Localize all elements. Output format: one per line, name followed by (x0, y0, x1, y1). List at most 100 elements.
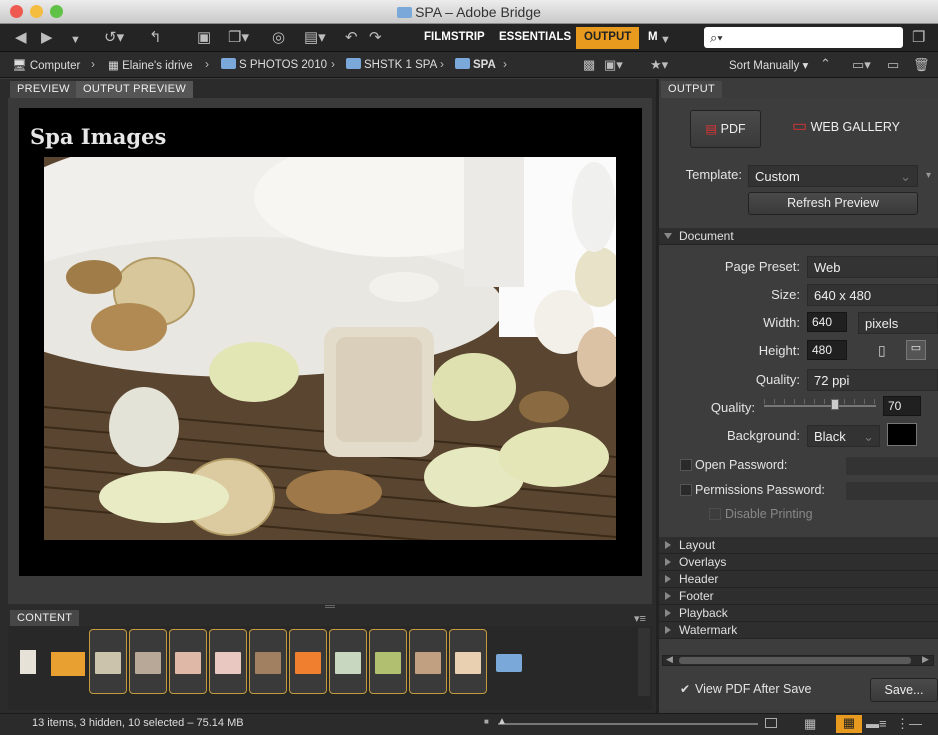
compact-mode-icon[interactable]: ❐ (912, 29, 925, 47)
background-dropdown[interactable]: Black ⌄ (807, 425, 880, 447)
background-color-swatch[interactable] (887, 423, 917, 446)
web-gallery-button[interactable]: ▭ WEB GALLERY (792, 116, 928, 142)
sort-dropdown[interactable]: Sort Manually ▾ (729, 58, 808, 72)
disable-printing-checkbox[interactable] (709, 508, 721, 520)
sort-ascending-icon[interactable]: ⌃ (820, 55, 831, 73)
search-input[interactable] (704, 27, 903, 48)
view-pdf-checkbox[interactable]: ✔ (680, 682, 690, 696)
back-icon[interactable]: ◀ (15, 29, 27, 47)
quality-input[interactable] (883, 396, 921, 416)
portrait-orientation-icon[interactable]: ▯ (878, 342, 886, 359)
workspace-output[interactable]: OUTPUT (576, 27, 640, 49)
folder-icon[interactable] (496, 654, 522, 672)
tab-output[interactable]: OUTPUT (661, 81, 723, 99)
view-thumbnails-icon[interactable]: ▦ (836, 715, 862, 733)
open-password-checkbox[interactable] (680, 459, 692, 471)
camera-icon[interactable]: ▣ (197, 29, 211, 47)
forward-icon[interactable]: ▶ (41, 29, 53, 47)
section-document[interactable]: Document (659, 228, 938, 245)
content-thumbnail[interactable] (20, 650, 36, 674)
scroll-left-icon[interactable]: ◀ (666, 654, 673, 665)
breadcrumb-shstk[interactable]: SHSTK 1 SPA (346, 58, 437, 71)
content-thumbnail-selected[interactable] (409, 629, 447, 694)
permissions-password-checkbox[interactable] (680, 484, 692, 496)
star-filter-icon[interactable]: ★▾ (650, 56, 668, 74)
content-thumbnail-selected[interactable] (289, 629, 327, 694)
workspace-dropdown-icon[interactable]: ▼ (660, 31, 671, 49)
units-dropdown[interactable]: pixels (858, 312, 938, 334)
content-scrollbar[interactable] (638, 628, 650, 696)
breadcrumb-idrive[interactable]: ▦ Elaine's idrive (108, 58, 193, 72)
open-password-input[interactable] (846, 457, 938, 475)
width-input[interactable] (807, 312, 847, 332)
template-dropdown[interactable]: Custom ⌄ (748, 165, 918, 187)
size-dropdown[interactable]: 640 x 480 (807, 284, 938, 306)
tab-output-preview[interactable]: OUTPUT PREVIEW (76, 81, 194, 99)
refine-icon[interactable]: ❐▾ (228, 29, 249, 47)
save-button[interactable]: Save... (870, 678, 938, 702)
slider-thumb[interactable]: ▲ (497, 716, 507, 727)
pdf-button[interactable]: ▤ PDF (690, 110, 761, 148)
thumbnail-image (255, 652, 281, 674)
chevron-right-icon[interactable]: › (331, 57, 335, 71)
resolution-label: Quality: (755, 372, 800, 387)
content-thumbnail-selected[interactable] (249, 629, 287, 694)
reveal-recent-icon[interactable]: ↺▾ (104, 29, 124, 47)
content-thumbnail-selected[interactable] (329, 629, 367, 694)
section-watermark[interactable]: Watermark (659, 622, 938, 639)
trash-icon[interactable]: 🗑 (913, 56, 930, 74)
quality-icon[interactable]: ▩ (583, 56, 595, 74)
return-to-photoshop-icon[interactable]: ↰ (149, 29, 162, 47)
content-thumbnail-selected[interactable] (449, 629, 487, 694)
breadcrumb-s-photos[interactable]: S PHOTOS 2010 (221, 58, 327, 71)
panel-resize-handle[interactable] (325, 605, 335, 608)
recent-dropdown-icon[interactable]: ▼ (70, 31, 81, 49)
chevron-right-icon[interactable]: › (440, 57, 444, 71)
scrollbar-thumb[interactable] (679, 657, 911, 664)
view-list-icon[interactable]: ⋮— (896, 716, 922, 732)
open-in-camera-raw-icon[interactable]: ◎ (272, 29, 285, 47)
page-preset-dropdown[interactable]: Web (807, 256, 938, 278)
refresh-preview-button[interactable]: Refresh Preview (748, 192, 918, 215)
height-input[interactable] (807, 340, 847, 360)
section-layout[interactable]: Layout (659, 537, 938, 554)
content-thumbnail-selected[interactable] (129, 629, 167, 694)
filter-icon[interactable]: ▣▾ (604, 56, 623, 74)
breadcrumb-computer[interactable]: 🖥 Computer (12, 58, 80, 72)
breadcrumb-spa[interactable]: SPA (455, 58, 496, 71)
output-icon[interactable]: ▤▾ (304, 29, 326, 47)
workspace-filmstrip[interactable]: FILMSTRIP (416, 27, 493, 49)
view-details-icon[interactable]: ▬≡ (866, 716, 887, 731)
tab-preview[interactable]: PREVIEW (10, 81, 77, 99)
resolution-dropdown[interactable]: 72 ppi (807, 369, 938, 391)
chevron-right-icon[interactable]: › (91, 57, 95, 71)
new-folder-icon[interactable]: ▭ (887, 56, 899, 74)
content-thumbnail[interactable] (51, 652, 85, 676)
thumbnail-size-slider[interactable] (498, 723, 758, 725)
section-header[interactable]: Header (659, 571, 938, 588)
section-footer[interactable]: Footer (659, 588, 938, 605)
grid-lock-icon[interactable]: ▦ (804, 716, 816, 732)
content-thumbnail-selected[interactable] (369, 629, 407, 694)
chevron-right-icon[interactable]: › (503, 57, 507, 71)
scroll-right-icon[interactable]: ▶ (922, 654, 929, 665)
open-recent-folder-icon[interactable]: ▭▾ (852, 56, 871, 74)
content-thumbnail-selected[interactable] (89, 629, 127, 694)
workspace-essentials[interactable]: ESSENTIALS (491, 27, 579, 49)
section-overlays[interactable]: Overlays (659, 554, 938, 571)
permissions-password-input[interactable] (846, 482, 938, 500)
save-template-icon[interactable]: ▾ (926, 170, 931, 181)
chevron-right-icon[interactable]: › (205, 57, 209, 71)
rotate-right-icon[interactable]: ↷ (369, 29, 382, 47)
landscape-orientation-icon[interactable]: ▭ (906, 340, 926, 360)
rotate-left-icon[interactable]: ↶ (345, 29, 358, 47)
thumbnail-image (415, 652, 441, 674)
quality-slider[interactable] (764, 405, 876, 407)
section-playback[interactable]: Playback (659, 605, 938, 622)
quality-slider-thumb[interactable] (831, 399, 839, 410)
panel-menu-icon[interactable]: ▾≡ (634, 612, 646, 625)
content-thumbnail-selected[interactable] (169, 629, 207, 694)
output-horizontal-scrollbar[interactable]: ◀ ▶ (662, 654, 934, 666)
template-value: Custom (755, 169, 800, 184)
content-thumbnail-selected[interactable] (209, 629, 247, 694)
